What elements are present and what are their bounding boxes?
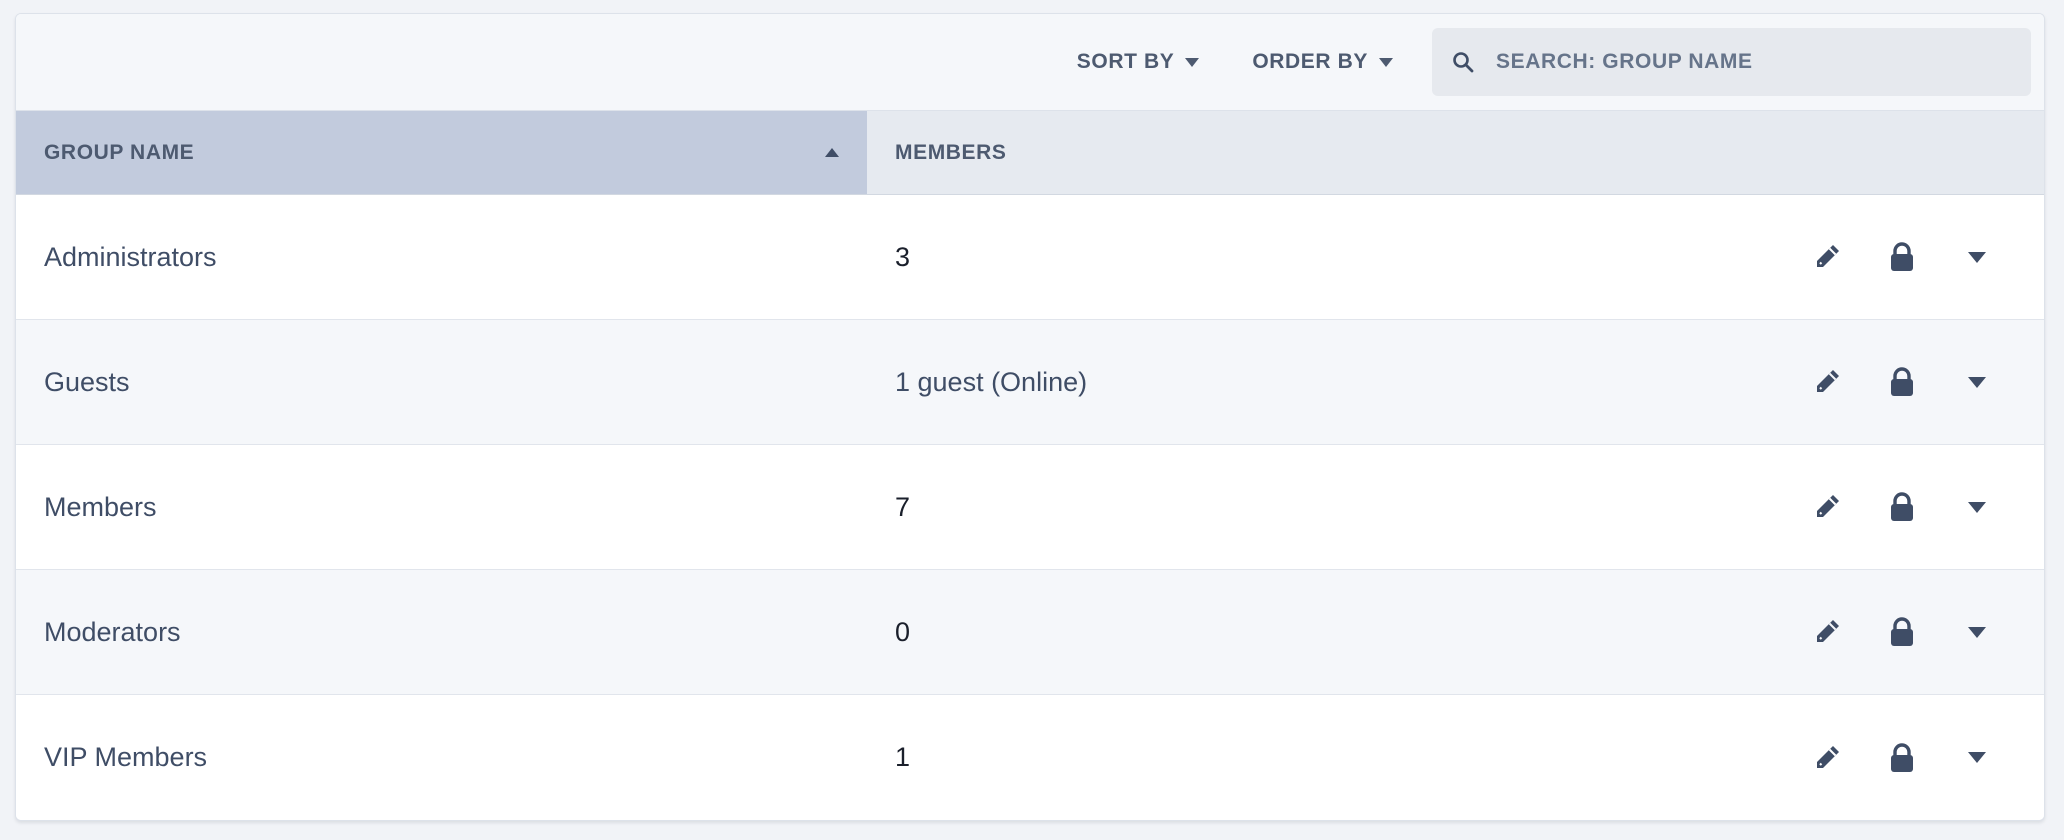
more-options-button[interactable] bbox=[1958, 488, 1996, 526]
more-options-button[interactable] bbox=[1958, 238, 1996, 276]
members-cell: 1 guest (Online) bbox=[895, 366, 1088, 397]
permissions-button[interactable] bbox=[1883, 363, 1921, 401]
edit-button[interactable] bbox=[1808, 238, 1846, 276]
lock-icon bbox=[1891, 492, 1913, 521]
pencil-icon bbox=[1817, 745, 1839, 768]
table-header: GROUP NAME MEMBERS bbox=[16, 111, 2044, 195]
edit-button[interactable] bbox=[1808, 739, 1846, 777]
group-name-cell: Moderators bbox=[44, 616, 181, 647]
permissions-button[interactable] bbox=[1883, 613, 1921, 651]
groups-panel: SORT BY ORDER BY GROUP NAME MEMBERS Admi… bbox=[15, 13, 2045, 821]
members-cell: 0 bbox=[895, 616, 911, 647]
table-row: VIP Members 1 bbox=[16, 695, 2044, 820]
members-cell: 1 bbox=[895, 742, 911, 772]
more-options-button[interactable] bbox=[1958, 613, 1996, 651]
lock-icon bbox=[1891, 242, 1913, 271]
order-by-label: ORDER BY bbox=[1252, 50, 1368, 73]
table-row: Members 7 bbox=[16, 445, 2044, 570]
order-by-button[interactable]: ORDER BY bbox=[1252, 50, 1393, 74]
row-actions bbox=[1771, 238, 2044, 276]
pencil-icon bbox=[1817, 370, 1839, 392]
row-actions bbox=[1771, 613, 2044, 651]
edit-button[interactable] bbox=[1808, 488, 1846, 526]
column-header-members[interactable]: MEMBERS bbox=[867, 111, 2044, 194]
search-icon bbox=[1453, 52, 1474, 73]
chevron-down-icon bbox=[1968, 251, 1986, 263]
column-header-group-name[interactable]: GROUP NAME bbox=[16, 111, 867, 194]
row-actions bbox=[1771, 488, 2044, 526]
edit-button[interactable] bbox=[1808, 363, 1846, 401]
column-header-label: GROUP NAME bbox=[44, 140, 195, 164]
sort-by-button[interactable]: SORT BY bbox=[1077, 50, 1200, 74]
pencil-icon bbox=[1817, 245, 1839, 267]
group-name-cell: VIP Members bbox=[44, 742, 208, 772]
chevron-down-icon bbox=[1968, 376, 1986, 388]
more-options-button[interactable] bbox=[1958, 739, 1996, 777]
pencil-icon bbox=[1817, 620, 1839, 642]
row-actions bbox=[1771, 363, 2044, 401]
permissions-button[interactable] bbox=[1883, 238, 1921, 276]
lock-icon bbox=[1891, 617, 1913, 646]
table-row: Administrators 3 bbox=[16, 195, 2044, 320]
lock-icon bbox=[1891, 367, 1913, 396]
table-row: Moderators 0 bbox=[16, 570, 2044, 695]
group-name-cell: Members bbox=[44, 491, 157, 522]
chevron-down-icon bbox=[1968, 752, 1986, 763]
column-header-label: MEMBERS bbox=[895, 140, 1007, 164]
caret-down-icon bbox=[1185, 57, 1200, 67]
permissions-button[interactable] bbox=[1883, 488, 1921, 526]
table-body: Administrators 3 Guests 1 guest (Online)… bbox=[16, 195, 2044, 820]
members-cell: 7 bbox=[895, 491, 911, 522]
search-input[interactable] bbox=[1496, 50, 2016, 74]
table-row: Guests 1 guest (Online) bbox=[16, 320, 2044, 445]
row-actions bbox=[1771, 739, 2044, 777]
edit-button[interactable] bbox=[1808, 613, 1846, 651]
lock-icon bbox=[1891, 742, 1913, 772]
chevron-down-icon bbox=[1968, 626, 1986, 638]
toolbar: SORT BY ORDER BY bbox=[16, 14, 2044, 111]
sort-ascending-icon bbox=[825, 148, 839, 157]
caret-down-icon bbox=[1379, 57, 1393, 67]
chevron-down-icon bbox=[1968, 501, 1986, 513]
search-box[interactable] bbox=[1432, 28, 2031, 96]
members-cell: 3 bbox=[895, 241, 911, 272]
group-name-cell: Guests bbox=[44, 366, 130, 397]
sort-by-label: SORT BY bbox=[1076, 50, 1175, 73]
more-options-button[interactable] bbox=[1958, 363, 1996, 401]
group-name-cell: Administrators bbox=[44, 241, 217, 272]
permissions-button[interactable] bbox=[1883, 739, 1921, 777]
pencil-icon bbox=[1817, 495, 1839, 517]
